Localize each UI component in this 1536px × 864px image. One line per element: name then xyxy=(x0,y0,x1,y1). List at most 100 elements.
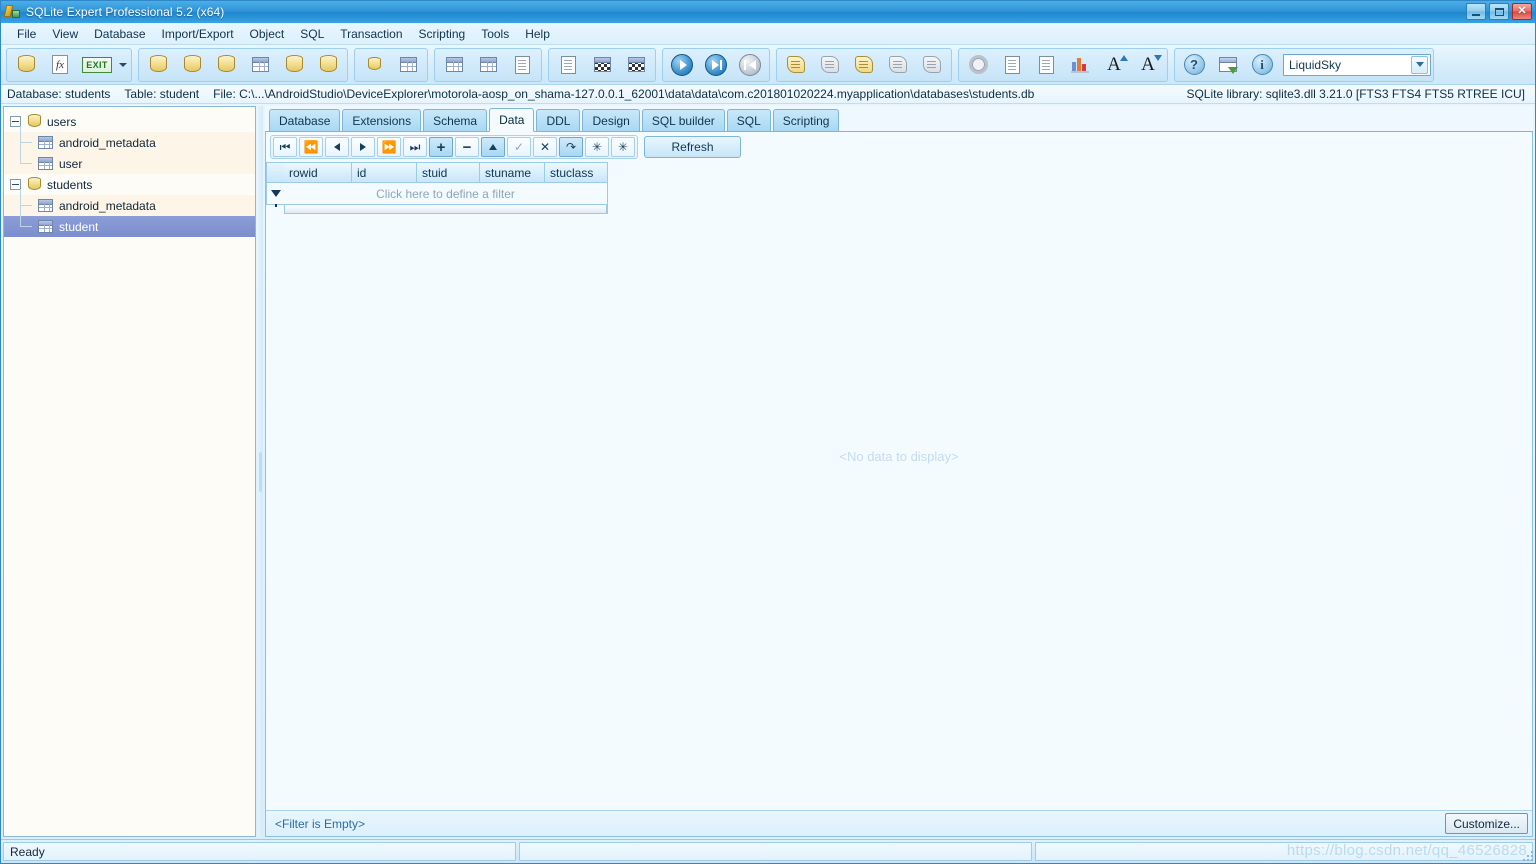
panel-splitter[interactable] xyxy=(258,106,263,837)
database-user-icon[interactable] xyxy=(209,50,243,80)
menu-object[interactable]: Object xyxy=(242,24,293,44)
tree-node-users-user[interactable]: user xyxy=(4,141,255,174)
database-icon xyxy=(28,114,41,129)
nav-next-page[interactable]: ⏩ xyxy=(377,137,401,157)
filter-bar: <Filter is Empty> Customize... xyxy=(266,810,1532,836)
tab-sql[interactable]: SQL xyxy=(726,109,771,131)
save-script-as-icon[interactable] xyxy=(915,50,949,80)
filter-status-text[interactable]: <Filter is Empty> xyxy=(270,814,1445,834)
theme-combo[interactable]: LiquidSky xyxy=(1283,53,1431,76)
check-sql-icon[interactable] xyxy=(585,50,619,80)
menu-sql[interactable]: SQL xyxy=(292,24,332,44)
save-script-icon[interactable] xyxy=(881,50,915,80)
tab-database[interactable]: Database xyxy=(269,109,341,131)
grid-horizontal-scrollbar[interactable] xyxy=(284,205,608,214)
tab-scripting[interactable]: Scripting xyxy=(772,109,840,131)
exit-icon[interactable]: EXIT xyxy=(77,50,117,80)
toolbar-overflow-caret[interactable] xyxy=(117,50,129,80)
tree-node-label: android_metadata xyxy=(59,198,156,213)
nav-next-record[interactable] xyxy=(351,137,375,157)
menu-import-export[interactable]: Import/Export xyxy=(154,24,242,44)
new-view-icon[interactable] xyxy=(505,50,539,80)
tab-schema[interactable]: Schema xyxy=(423,109,488,131)
check-updates-icon[interactable] xyxy=(1211,50,1245,80)
open-script-icon[interactable] xyxy=(813,50,847,80)
tree-node-users-android-metadata[interactable]: android_metadata xyxy=(4,126,255,153)
nav-delete-record[interactable]: − xyxy=(455,137,479,157)
menu-transaction[interactable]: Transaction xyxy=(332,24,410,44)
nav-post-edit[interactable]: ✓ xyxy=(507,137,531,157)
tab-data[interactable]: Data xyxy=(489,108,535,132)
tab-design[interactable]: Design xyxy=(582,109,640,131)
nav-refresh-record[interactable]: ↷ xyxy=(559,137,583,157)
grid-column-stuid[interactable]: stuid xyxy=(417,162,480,183)
grid-column-rowid[interactable]: rowid xyxy=(284,162,352,183)
execute-sql-file-icon[interactable] xyxy=(551,50,585,80)
menu-scripting[interactable]: Scripting xyxy=(411,24,474,44)
font-larger-icon[interactable]: A xyxy=(1097,50,1131,80)
customize-button[interactable]: Customize... xyxy=(1445,813,1528,834)
menu-help[interactable]: Help xyxy=(517,24,558,44)
step-back-icon[interactable] xyxy=(733,50,767,80)
grid-column-stuclass[interactable]: stuclass xyxy=(545,162,608,183)
nav-last-record[interactable]: ⏭ xyxy=(403,137,427,157)
tree-node-students-android-metadata[interactable]: android_metadata xyxy=(4,189,255,216)
main-panel: Database Extensions Schema Data DDL Desi… xyxy=(265,106,1533,837)
refresh-database-icon[interactable] xyxy=(141,50,175,80)
font-smaller-icon[interactable]: A xyxy=(1131,50,1165,80)
grid-column-stuname[interactable]: stuname xyxy=(480,162,545,183)
nav-clear-null[interactable]: ✳ xyxy=(611,137,635,157)
tree-node-users[interactable]: users xyxy=(4,111,255,132)
new-table-icon[interactable] xyxy=(437,50,471,80)
step-over-icon[interactable] xyxy=(699,50,733,80)
nav-cancel-edit[interactable]: ✕ xyxy=(533,137,557,157)
copy-icon[interactable] xyxy=(995,50,1029,80)
tab-extensions[interactable]: Extensions xyxy=(342,109,422,131)
main-toolbar: fx EXIT A A ? i LiquidSky xyxy=(1,45,1535,85)
paste-icon[interactable] xyxy=(1029,50,1063,80)
run-sql-icon[interactable] xyxy=(619,50,653,80)
maximize-button[interactable] xyxy=(1489,3,1509,20)
help-icon[interactable]: ? xyxy=(1177,50,1211,80)
attach-database-icon[interactable] xyxy=(9,50,43,80)
export-table-icon[interactable] xyxy=(391,50,425,80)
run-icon[interactable] xyxy=(665,50,699,80)
database-icon xyxy=(28,177,41,192)
options-gear-icon[interactable] xyxy=(961,50,995,80)
verify-database-icon[interactable] xyxy=(175,50,209,80)
tab-ddl[interactable]: DDL xyxy=(536,109,581,131)
chevron-down-icon[interactable] xyxy=(1411,55,1428,74)
record-navigator-row: ⏮ ⏪ ⏩ ⏭ + − ✓ ✕ ↷ ✳ ✳ Refresh xyxy=(266,132,1532,162)
theme-combo-value: LiquidSky xyxy=(1289,57,1342,72)
chart-icon[interactable] xyxy=(1063,50,1097,80)
close-button[interactable]: ✕ xyxy=(1512,3,1532,20)
run-script-icon[interactable] xyxy=(847,50,881,80)
function-fx-icon[interactable]: fx xyxy=(43,50,77,80)
backup-database-icon[interactable] xyxy=(311,50,345,80)
replicate-database-icon[interactable] xyxy=(357,50,391,80)
nav-edit-record[interactable] xyxy=(481,137,505,157)
menu-view[interactable]: View xyxy=(44,24,86,44)
table-tools-icon[interactable] xyxy=(243,50,277,80)
grid-column-id[interactable]: id xyxy=(352,162,417,183)
refresh-button[interactable]: Refresh xyxy=(644,136,741,158)
nav-insert-record[interactable]: + xyxy=(429,137,453,157)
nav-first-record[interactable]: ⏮ xyxy=(273,137,297,157)
nav-prior-record[interactable] xyxy=(325,137,349,157)
menu-file[interactable]: File xyxy=(9,24,44,44)
filter-define-cell[interactable]: Click here to define a filter xyxy=(284,183,608,205)
tree-node-students-student[interactable]: student xyxy=(4,204,255,237)
filter-funnel-icon[interactable] xyxy=(266,183,284,207)
modify-table-icon[interactable] xyxy=(471,50,505,80)
nav-set-null[interactable]: ✳ xyxy=(585,137,609,157)
menu-database[interactable]: Database xyxy=(86,24,153,44)
tab-sql-builder[interactable]: SQL builder xyxy=(641,109,725,131)
new-script-icon[interactable] xyxy=(779,50,813,80)
minimize-button[interactable] xyxy=(1466,3,1486,20)
nav-prior-page[interactable]: ⏪ xyxy=(299,137,323,157)
about-icon[interactable]: i xyxy=(1245,50,1279,80)
tree-node-students[interactable]: students xyxy=(4,174,255,195)
resize-grip-icon[interactable] xyxy=(1521,849,1533,861)
database-tools-icon[interactable] xyxy=(277,50,311,80)
menu-tools[interactable]: Tools xyxy=(473,24,517,44)
